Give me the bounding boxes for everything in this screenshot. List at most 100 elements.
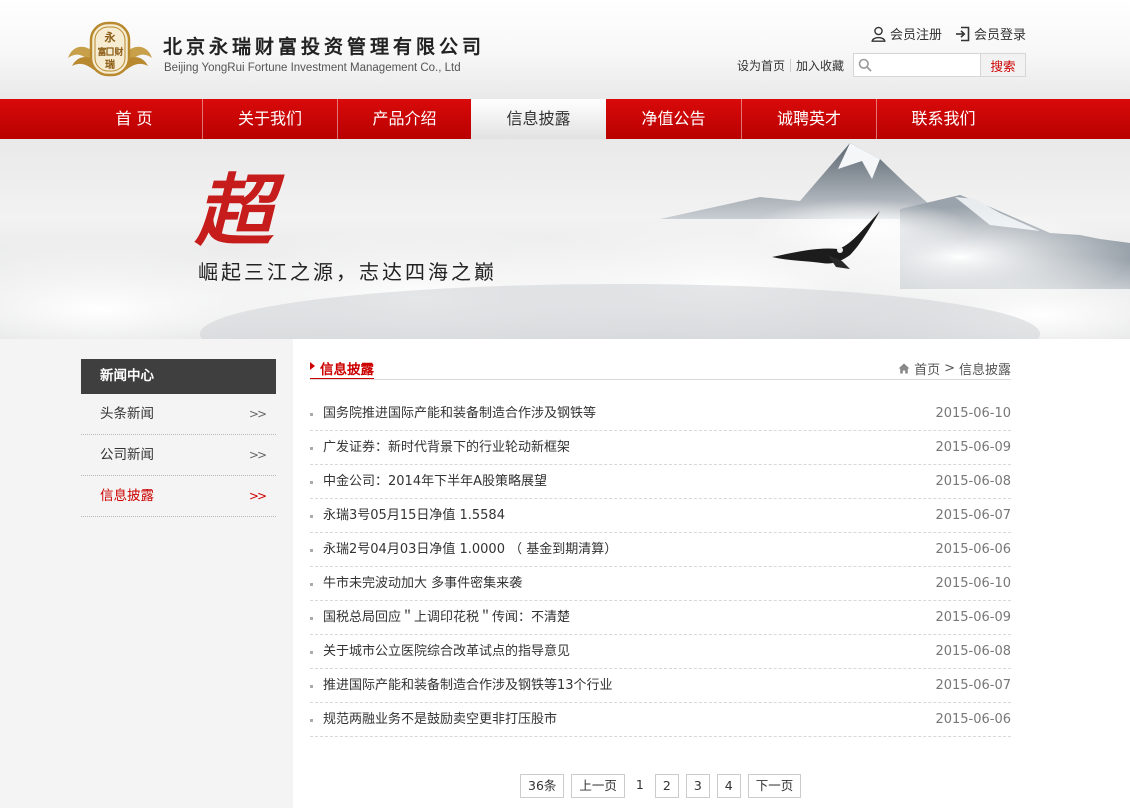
news-title-link[interactable]: 规范两融业务不是鼓励卖空更非打压股市	[323, 703, 557, 737]
news-title-link[interactable]: 永瑞2号04月03日净值 1.0000 （ 基金到期清算）	[323, 533, 617, 567]
news-title-link[interactable]: 国务院推进国际产能和装备制造合作涉及钢铁等	[323, 397, 596, 431]
list-item: 推进国际产能和装备制造合作涉及钢铁等13个行业 2015-06-07	[310, 669, 1011, 703]
search-icon	[854, 54, 876, 76]
breadcrumb-home[interactable]: 首页	[914, 359, 940, 378]
sidebar-item-label: 信息披露	[100, 488, 154, 504]
sidebar-item-label: 头条新闻	[100, 406, 154, 422]
member-login-label: 会员登录	[974, 28, 1027, 43]
bullet-icon	[310, 447, 313, 450]
member-register-link[interactable]: 会员注册	[871, 24, 942, 43]
section-divider	[310, 379, 1011, 380]
news-date: 2015-06-10	[935, 406, 1011, 421]
list-item: 规范两融业务不是鼓励卖空更非打压股市 2015-06-06	[310, 703, 1011, 737]
nav-item-about[interactable]: 关于我们	[203, 99, 338, 139]
list-item: 永瑞2号04月03日净值 1.0000 （ 基金到期清算） 2015-06-06	[310, 533, 1011, 567]
list-item: 广发证券：新时代背景下的行业轮动新框架 2015-06-09	[310, 431, 1011, 465]
list-item: 牛市未完波动加大 多事件密集来袭 2015-06-10	[310, 567, 1011, 601]
breadcrumb: 首页 > 信息披露	[898, 359, 1011, 378]
banner-calligraphy: 超	[195, 166, 274, 257]
news-date: 2015-06-06	[935, 712, 1011, 727]
site-header: 永 富 财 瑞 北京永瑞财富投资管理有限公司 Beijing YongRui F…	[0, 0, 1130, 99]
news-date: 2015-06-10	[935, 576, 1011, 591]
list-item: 国税总局回应＂上调印花税＂传闻：不清楚 2015-06-09	[310, 601, 1011, 635]
logo-char-2: 富	[97, 46, 106, 58]
bullet-icon	[310, 515, 313, 518]
nav-item-careers[interactable]: 诚聘英才	[742, 99, 877, 139]
chevron-right-icon: >>	[248, 448, 267, 462]
search-button[interactable]: 搜索	[980, 54, 1025, 76]
current-page: 1	[631, 774, 648, 798]
news-date: 2015-06-08	[935, 474, 1011, 489]
news-title-link[interactable]: 牛市未完波动加大 多事件密集来袭	[323, 567, 522, 601]
news-list: 国务院推进国际产能和装备制造合作涉及钢铁等 2015-06-10 广发证券：新时代…	[310, 397, 1011, 737]
news-title-link[interactable]: 中金公司：2014年下半年A股策略展望	[323, 465, 547, 499]
news-title-link[interactable]: 推进国际产能和装备制造合作涉及钢铁等13个行业	[323, 669, 613, 703]
bullet-icon	[310, 719, 313, 722]
user-icon	[871, 26, 886, 42]
prev-page-button[interactable]: 上一页	[571, 774, 625, 798]
search-box: 搜索	[853, 53, 1026, 77]
sidebar-item-company-news[interactable]: 公司新闻 >>	[81, 435, 276, 476]
company-name-cn: 北京永瑞财富投资管理有限公司	[163, 36, 486, 58]
login-icon	[956, 26, 970, 41]
bullet-icon	[310, 549, 313, 552]
nav-item-nav-announcement[interactable]: 净值公告	[606, 99, 742, 139]
banner-mountain-scene	[0, 143, 1130, 339]
section-title: 信息披露	[310, 358, 374, 380]
pagination-total: 36条	[520, 774, 565, 798]
page-button-2[interactable]: 2	[654, 774, 679, 798]
sidebar-item-headlines[interactable]: 头条新闻 >>	[81, 394, 276, 435]
page-button-3[interactable]: 3	[685, 774, 710, 798]
list-item: 关于城市公立医院综合改革试点的指导意见 2015-06-08	[310, 635, 1011, 669]
main-content: 信息披露 首页 > 信息披露 国务院推进国际产能和装备制造合作涉及钢铁等 2015…	[293, 339, 1130, 808]
bullet-icon	[310, 617, 313, 620]
logo-char-4: 瑞	[105, 58, 115, 71]
chevron-right-icon: >>	[248, 407, 267, 421]
list-item: 国务院推进国际产能和装备制造合作涉及钢铁等 2015-06-10	[310, 397, 1011, 431]
section-title-text: 信息披露	[320, 362, 374, 378]
member-register-label: 会员注册	[890, 28, 943, 43]
news-title-link[interactable]: 关于城市公立医院综合改革试点的指导意见	[323, 635, 570, 669]
breadcrumb-separator: >	[944, 361, 955, 376]
sidebar-item-disclosure[interactable]: 信息披露 >>	[81, 476, 276, 517]
news-date: 2015-06-07	[935, 678, 1011, 693]
news-title-link[interactable]: 永瑞3号05月15日净值 1.5584	[323, 499, 505, 533]
news-date: 2015-06-08	[935, 644, 1011, 659]
quick-links: 设为首页 加入收藏	[737, 57, 844, 74]
home-icon	[898, 363, 910, 374]
news-date: 2015-06-09	[935, 440, 1011, 455]
list-item: 中金公司：2014年下半年A股策略展望 2015-06-08	[310, 465, 1011, 499]
next-page-button[interactable]: 下一页	[747, 774, 802, 798]
nav-item-home[interactable]: 首 页	[66, 99, 203, 139]
quick-links-divider	[790, 59, 792, 72]
member-login-link[interactable]: 会员登录	[955, 24, 1026, 43]
breadcrumb-current: 信息披露	[958, 363, 1011, 378]
bullet-icon	[310, 413, 313, 416]
nav-item-products[interactable]: 产品介绍	[338, 99, 471, 139]
company-name-en: Beijing YongRui Fortune Investment Manag…	[164, 62, 461, 74]
set-home-link[interactable]: 设为首页	[737, 57, 785, 74]
sidebar-item-label: 公司新闻	[100, 447, 154, 463]
hero-banner: 超 崛起三江之源，志达四海之巅	[0, 139, 1130, 339]
bullet-icon	[310, 685, 313, 688]
bullet-icon	[310, 481, 313, 484]
news-date: 2015-06-06	[935, 542, 1011, 557]
search-input[interactable]	[876, 54, 980, 76]
bullet-icon	[310, 583, 313, 586]
nav-item-contact[interactable]: 联系我们	[877, 99, 1010, 139]
logo-char-3: 财	[113, 46, 123, 58]
main-nav: 首 页 关于我们 产品介绍 信息披露 净值公告 诚聘英才 联系我们	[0, 99, 1130, 139]
news-title-link[interactable]: 广发证券：新时代背景下的行业轮动新框架	[323, 431, 570, 465]
news-title-link[interactable]: 国税总局回应＂上调印花税＂传闻：不清楚	[323, 601, 570, 635]
add-favorite-link[interactable]: 加入收藏	[796, 57, 844, 74]
pagination: 36条 上一页 1 2 3 4 下一页	[520, 774, 808, 798]
bullet-icon	[310, 651, 313, 654]
nav-item-disclosure[interactable]: 信息披露	[471, 99, 606, 139]
triangle-right-icon	[310, 362, 315, 370]
sidebar: 新闻中心 头条新闻 >> 公司新闻 >> 信息披露 >>	[81, 359, 276, 517]
page-button-4[interactable]: 4	[716, 774, 741, 798]
sidebar-title: 新闻中心	[81, 359, 276, 394]
list-item: 永瑞3号05月15日净值 1.5584 2015-06-07	[310, 499, 1011, 533]
banner-slogan: 崛起三江之源，志达四海之巅	[198, 260, 497, 284]
company-logo-icon[interactable]: 永 富 财 瑞	[66, 20, 154, 80]
